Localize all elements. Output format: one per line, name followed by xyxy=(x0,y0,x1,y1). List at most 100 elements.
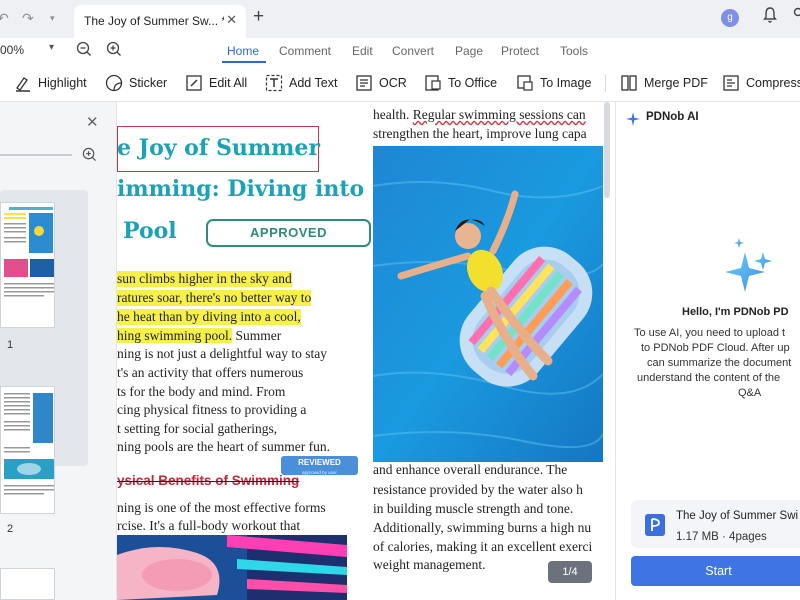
sticker-label: Sticker xyxy=(129,76,168,90)
zoom-out-icon[interactable] xyxy=(76,41,92,57)
document-tab[interactable]: The Joy of Summer Sw... * ✕ xyxy=(74,5,246,38)
to-office-icon xyxy=(425,75,441,91)
menu-edit[interactable]: Edit xyxy=(352,44,373,58)
body-line: ning is not just a delightful way to sta… xyxy=(117,346,327,361)
body-line: strengthen the heart, improve lung capa xyxy=(373,126,587,141)
body-line: of calories, making it an excellent exer… xyxy=(373,539,593,554)
highlight-label: Highlight xyxy=(38,76,87,90)
zoom-level[interactable]: 00% xyxy=(0,43,24,57)
ai-description-line: can summarize the document xyxy=(647,357,792,369)
menu-home[interactable]: Home xyxy=(227,44,259,58)
document-tab-title: The Joy of Summer Sw... * xyxy=(84,14,224,28)
page-number-2: 2 xyxy=(7,523,14,535)
ai-sparkle-icon xyxy=(725,238,772,292)
close-icon[interactable]: ✕ xyxy=(226,12,237,28)
highlighted-text: hing swimming pool. xyxy=(117,328,233,343)
to-image-label: To Image xyxy=(540,76,592,90)
menu-page[interactable]: Page xyxy=(455,44,483,58)
account-icon[interactable] xyxy=(790,6,800,24)
thumbnail-preview xyxy=(4,393,54,495)
body-line: t's an activity that offers numerous xyxy=(117,365,304,380)
body-line: weight management. xyxy=(373,557,486,572)
page-indicator: 1/4 xyxy=(548,561,592,583)
close-icon[interactable]: ✕ xyxy=(86,113,99,131)
body-line: ts for the body and mind. From xyxy=(117,384,286,399)
to-office-button[interactable]: To Office xyxy=(424,73,497,93)
body-line: resistance provided by the water also h xyxy=(373,482,583,497)
document-scrollbar[interactable] xyxy=(604,102,610,198)
ocr-label: OCR xyxy=(379,76,407,90)
page-thumbnail-3[interactable] xyxy=(0,568,55,600)
ai-sparkle-icon xyxy=(626,112,640,126)
ai-greeting: Hello, I'm PDNob PD xyxy=(682,306,789,318)
redo-icon[interactable]: ↷ xyxy=(22,10,34,27)
body-line: Additionally, swimming burns a high nu xyxy=(373,520,592,535)
add-text-icon xyxy=(265,74,283,92)
active-menu-indicator xyxy=(222,61,266,63)
merge-pdf-label: Merge PDF xyxy=(644,76,708,90)
page-thumbnail-2[interactable] xyxy=(0,386,55,514)
body-line: rcise. It's a full-body workout that xyxy=(117,518,301,533)
history-dropdown-icon[interactable]: ▾ xyxy=(50,13,55,24)
document-page[interactable]: e Joy of Summer imming: Diving into Pool… xyxy=(117,102,615,600)
uploaded-file-card[interactable]: The Joy of Summer Swi 1.17 MB · 4pages xyxy=(631,500,800,548)
main-menu: 00% ▾ Home Comment Edit Convert Page Pro… xyxy=(0,38,800,64)
menu-tools[interactable]: Tools xyxy=(560,44,588,58)
ai-panel-title: PDNob AI xyxy=(646,111,699,123)
ai-description-line: to PDNob PDF Cloud. After up xyxy=(641,342,790,354)
new-tab-plus-icon[interactable]: + xyxy=(253,6,264,28)
highlighted-line: ratures soar, there's no better way to xyxy=(117,290,312,306)
body-line: and enhance overall endurance. The xyxy=(373,462,568,477)
menu-protect[interactable]: Protect xyxy=(501,44,539,58)
bell-icon[interactable] xyxy=(763,6,777,24)
merge-pdf-button[interactable]: Merge PDF xyxy=(620,73,708,93)
to-image-button[interactable]: To Image xyxy=(516,73,591,93)
sticker-button[interactable]: Sticker xyxy=(105,73,167,93)
thumbnail-size-slider[interactable] xyxy=(0,154,72,156)
tab-bar: ↶ ↷ ▾ The Joy of Summer Sw... * ✕ + g xyxy=(0,0,800,38)
compress-button[interactable]: Compress xyxy=(722,73,800,93)
swimmer-photo xyxy=(373,146,603,462)
edit-all-button[interactable]: Edit All xyxy=(185,73,247,93)
zoom-in-icon[interactable] xyxy=(106,41,122,57)
home-toolbar: Highlight Sticker Edit All Add Text OCR … xyxy=(0,64,800,102)
highlight-button[interactable]: Highlight xyxy=(14,73,87,93)
undo-icon[interactable]: ↶ xyxy=(0,10,9,27)
chevron-down-icon[interactable]: ▾ xyxy=(49,42,54,53)
body-line: health. Regular swimming sessions can xyxy=(373,107,586,123)
highlighted-line: he heat than by diving into a cool, xyxy=(117,309,301,325)
menu-convert[interactable]: Convert xyxy=(392,44,434,58)
start-button[interactable]: Start xyxy=(631,556,800,586)
to-office-label: To Office xyxy=(448,76,498,90)
body-text: health. xyxy=(373,107,413,122)
underlined-text: Regular swimming sessions can xyxy=(412,107,586,122)
body-line: ning pools are the heart of summer fun. xyxy=(117,439,330,454)
body-text: Summer xyxy=(232,328,282,343)
approved-stamp[interactable]: APPROVED xyxy=(206,219,371,247)
document-title-line-3: Pool xyxy=(123,218,177,244)
body-line: hing swimming pool. Summer xyxy=(117,328,281,344)
highlight-icon xyxy=(16,77,30,92)
add-text-button[interactable]: Add Text xyxy=(265,73,337,93)
menu-comment[interactable]: Comment xyxy=(279,44,331,58)
body-line: ning is one of the most effective forms xyxy=(117,500,326,515)
pool-float-image xyxy=(117,535,347,600)
ocr-icon xyxy=(356,75,372,91)
ocr-button[interactable]: OCR xyxy=(355,73,407,93)
body-line: t setting for social gatherings, xyxy=(117,421,278,436)
body-line: cing physical fitness to providing a xyxy=(117,402,307,417)
page-number-1: 1 xyxy=(7,339,14,351)
sticker-icon xyxy=(105,74,123,92)
edit-all-label: Edit All xyxy=(209,76,248,90)
file-name: The Joy of Summer Swi xyxy=(676,510,799,522)
body-line: in building muscle strength and tone. xyxy=(373,501,574,516)
ai-assistant-panel: PDNob AI Hello, I'm PDNob PD To use AI, … xyxy=(615,102,800,600)
avatar[interactable]: g xyxy=(721,9,739,27)
zoom-in-icon[interactable] xyxy=(82,147,97,162)
merge-pdf-icon xyxy=(621,75,637,91)
page-thumbnail-1[interactable] xyxy=(0,202,55,328)
thumbnail-preview xyxy=(4,207,54,297)
ai-description-line: To use AI, you need to upload t xyxy=(634,327,786,339)
edit-all-icon xyxy=(186,75,202,91)
to-image-icon xyxy=(517,75,533,91)
